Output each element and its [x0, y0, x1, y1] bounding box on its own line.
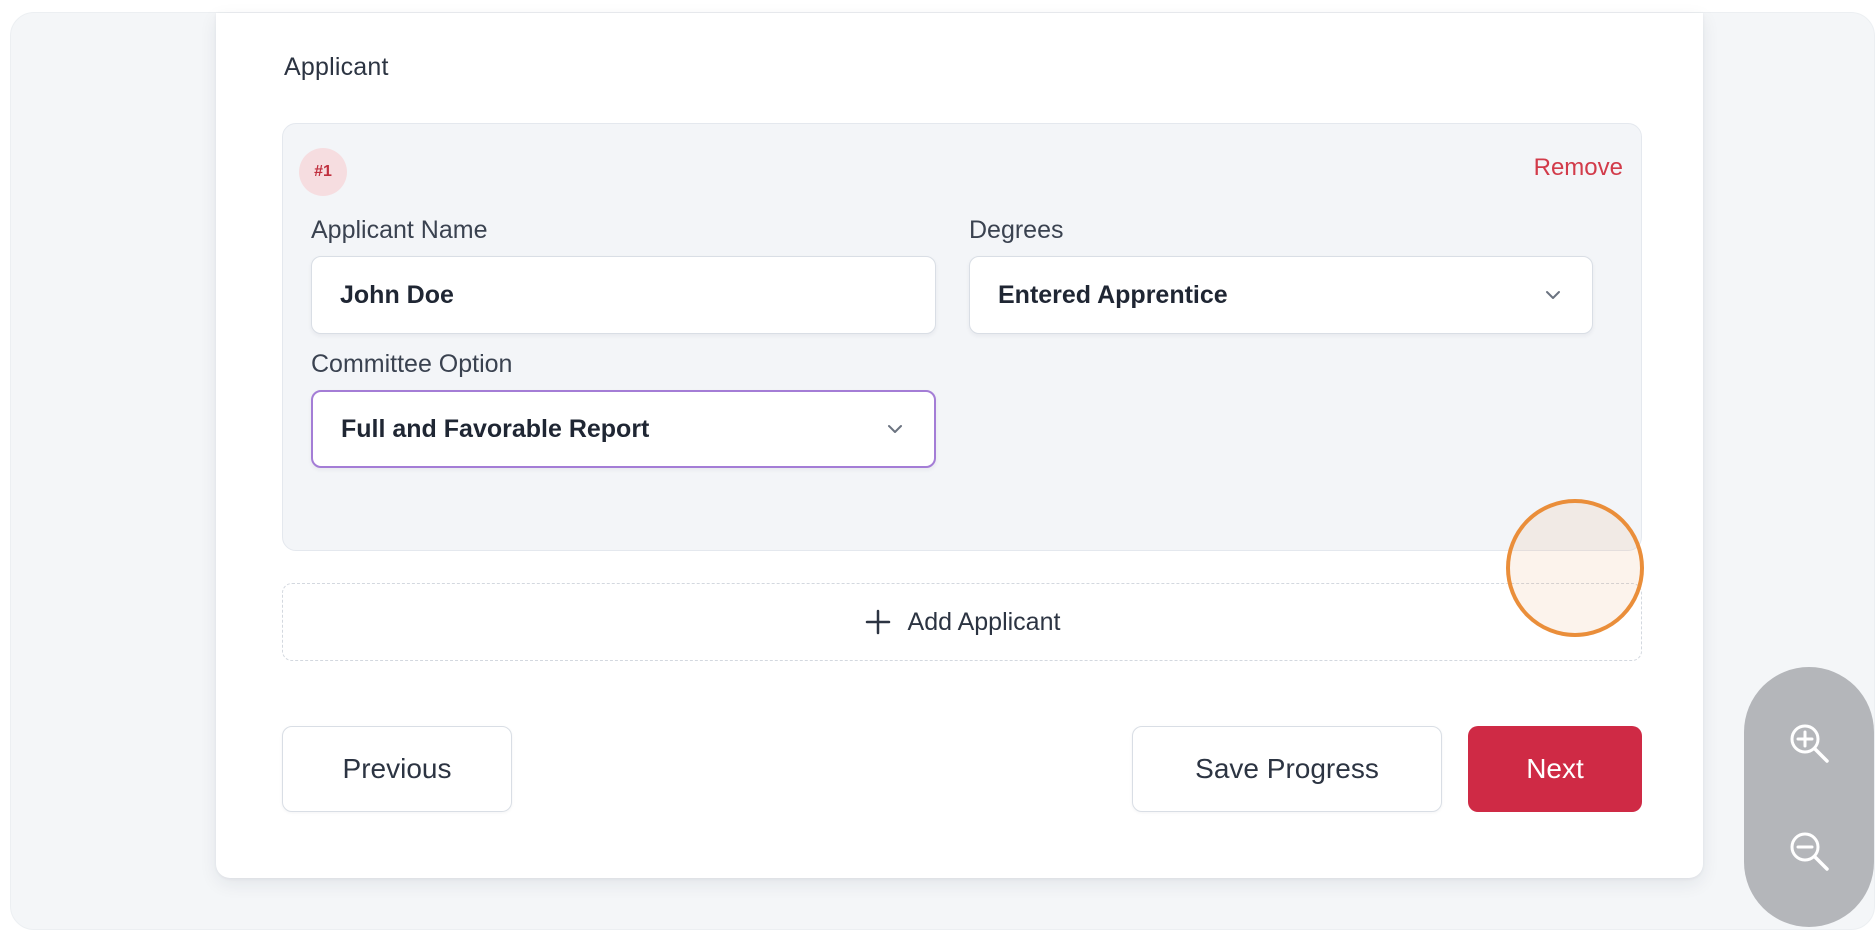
chevron-down-icon: [1546, 291, 1560, 299]
next-button[interactable]: Next: [1468, 726, 1642, 812]
add-applicant-button[interactable]: Add Applicant: [282, 583, 1642, 661]
degrees-select[interactable]: Entered Apprentice: [969, 256, 1593, 334]
chevron-down-icon: [888, 425, 902, 433]
form-card: Applicant #1 Remove Applicant Name John …: [216, 13, 1703, 878]
committee-option-select[interactable]: Full and Favorable Report: [311, 390, 936, 468]
zoom-in-icon[interactable]: [1785, 719, 1833, 767]
plus-icon: [865, 609, 890, 635]
degrees-value: Entered Apprentice: [998, 280, 1228, 309]
committee-option-value: Full and Favorable Report: [341, 414, 650, 443]
save-progress-button[interactable]: Save Progress: [1132, 726, 1442, 812]
degrees-label: Degrees: [969, 216, 1064, 244]
applicant-name-label: Applicant Name: [311, 216, 488, 244]
applicant-name-value: John Doe: [340, 280, 454, 309]
click-indicator: [1506, 499, 1644, 637]
section-title: Applicant: [284, 53, 389, 81]
remove-applicant-link[interactable]: Remove: [1534, 154, 1623, 182]
previous-button[interactable]: Previous: [282, 726, 512, 812]
page-background: Applicant #1 Remove Applicant Name John …: [10, 12, 1875, 930]
applicant-entry: #1 Remove Applicant Name John Doe Degree…: [282, 123, 1642, 551]
add-applicant-label: Add Applicant: [907, 607, 1061, 636]
applicant-name-input[interactable]: John Doe: [311, 256, 936, 334]
applicant-number-badge: #1: [299, 148, 347, 196]
zoom-controls: [1744, 667, 1874, 927]
committee-option-label: Committee Option: [311, 350, 513, 378]
zoom-out-icon[interactable]: [1785, 827, 1833, 875]
